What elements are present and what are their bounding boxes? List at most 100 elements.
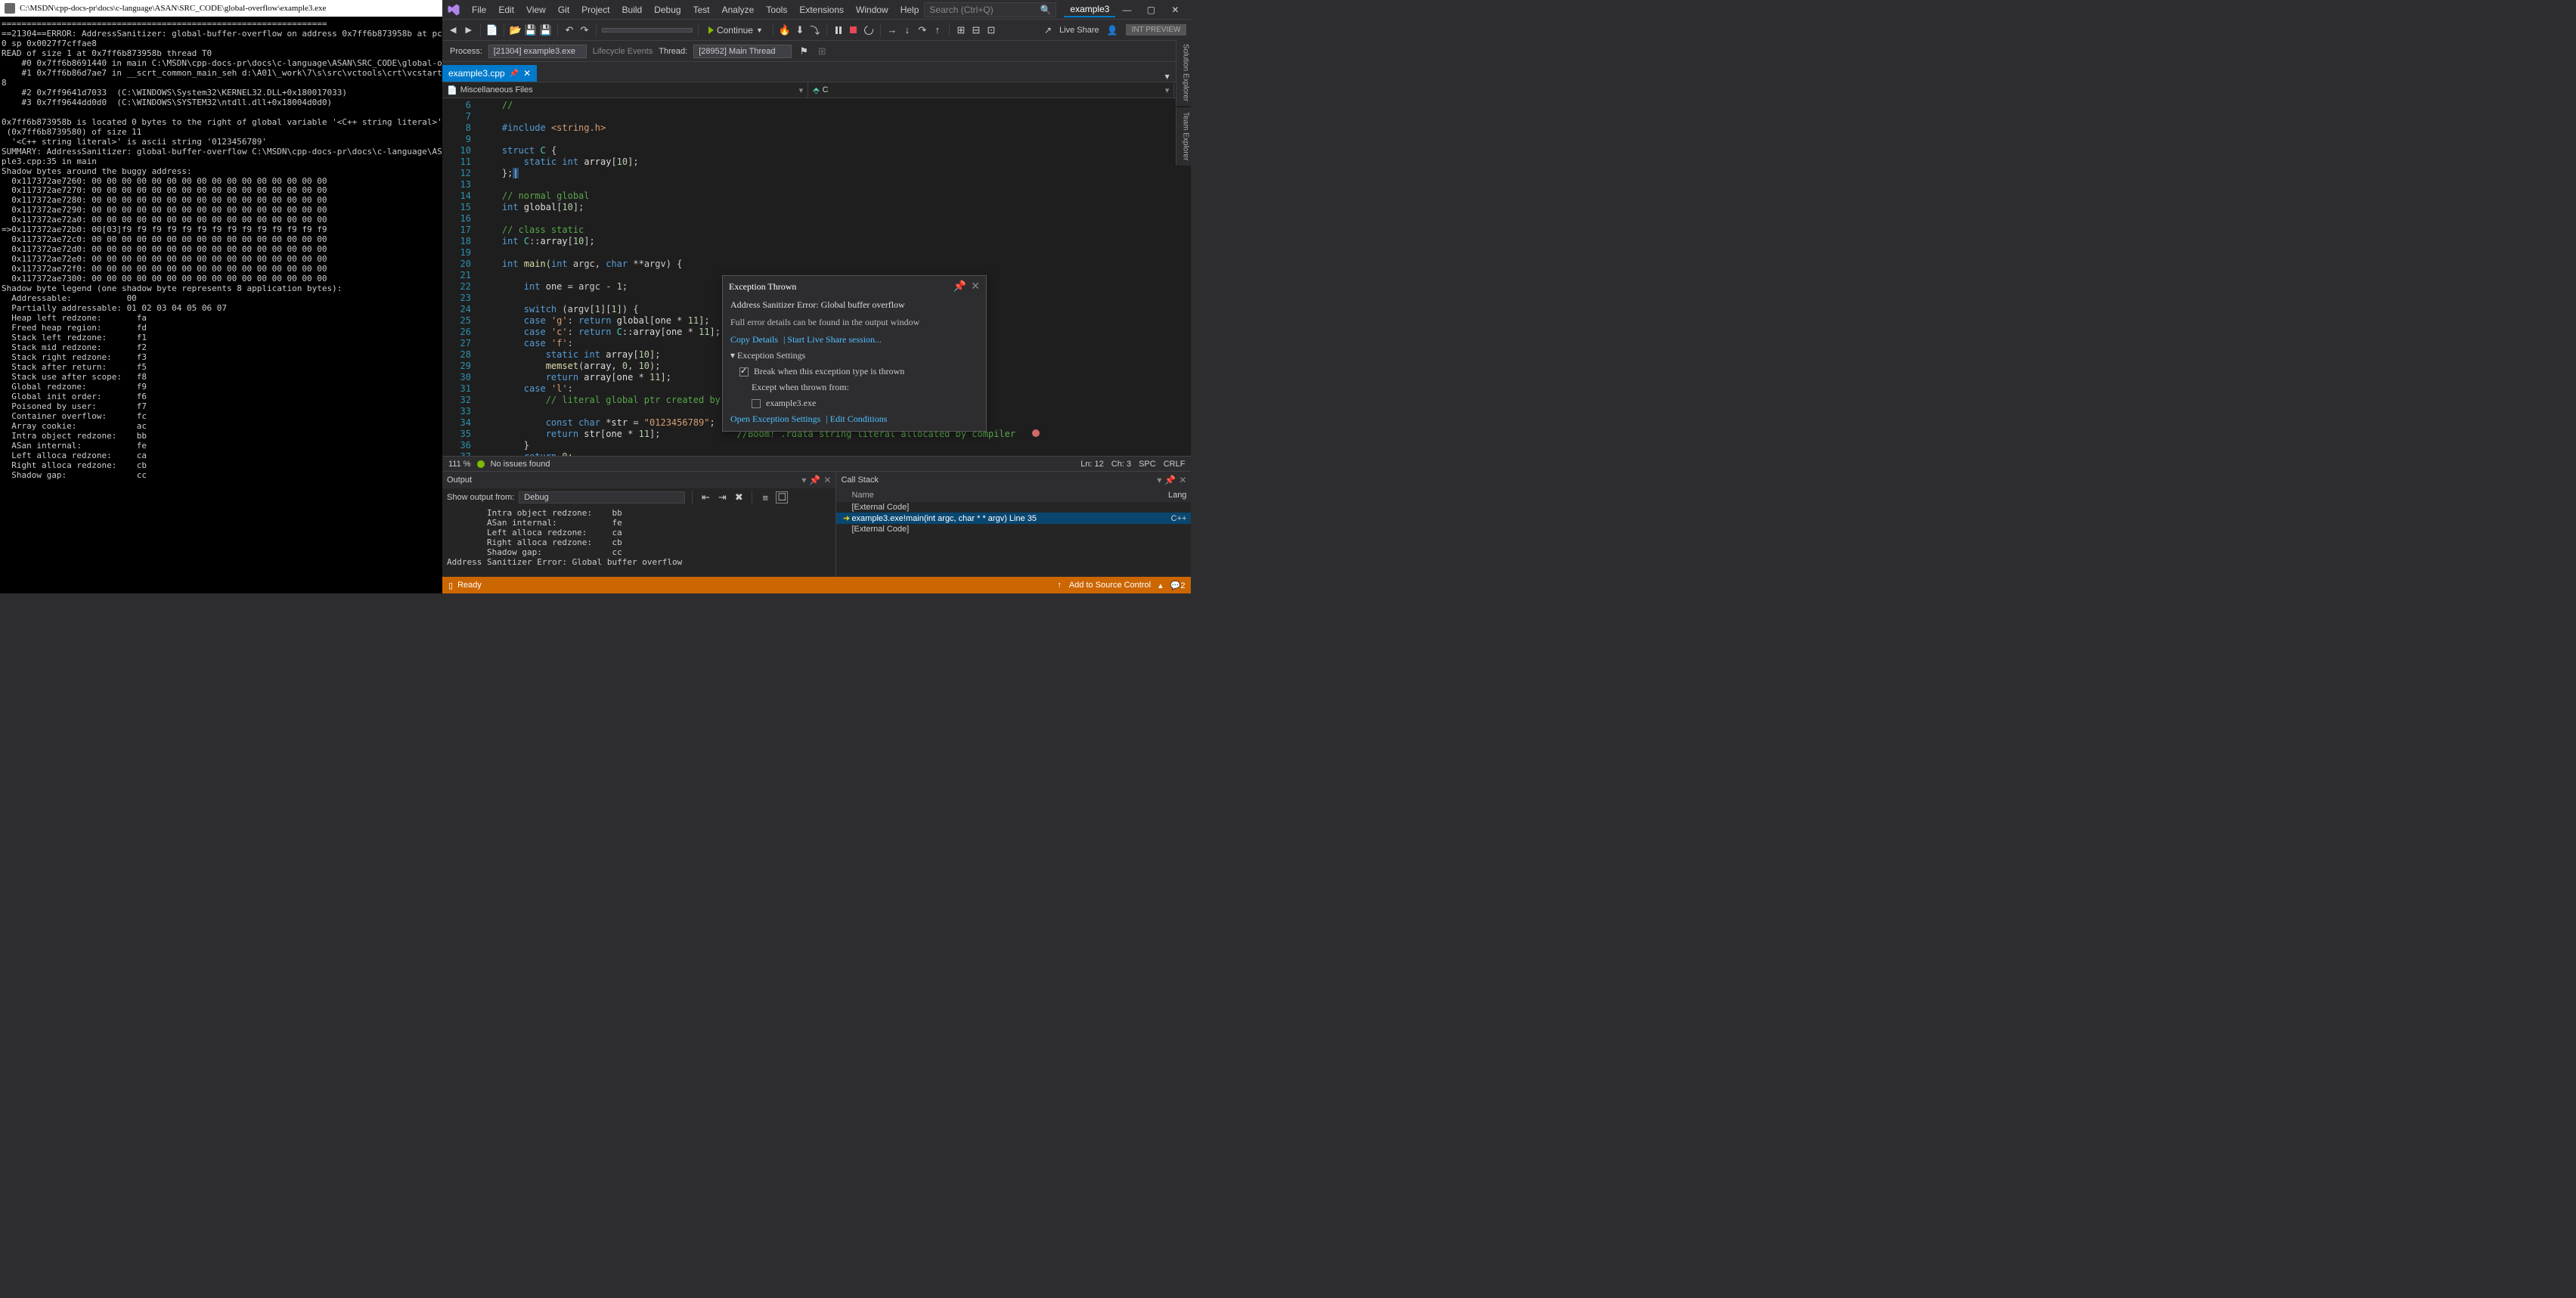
- step-icon-2[interactable]: ⤵: [809, 24, 821, 36]
- lifecycle-events-label[interactable]: Lifecycle Events: [593, 47, 653, 56]
- spaces-indicator[interactable]: SPC: [1139, 460, 1156, 469]
- char-indicator[interactable]: Ch: 3: [1111, 460, 1131, 469]
- edit-conditions-link[interactable]: Edit Conditions: [830, 414, 888, 424]
- minimize-button[interactable]: —: [1115, 2, 1138, 17]
- add-src-control-label[interactable]: Add to Source Control: [1069, 581, 1151, 590]
- pin-icon[interactable]: 📌: [510, 70, 519, 78]
- output-source-dropdown[interactable]: Debug: [519, 491, 685, 503]
- output-wrap-icon[interactable]: ≡: [759, 491, 771, 503]
- thread-dropdown[interactable]: [28952] Main Thread: [693, 45, 792, 58]
- console-output[interactable]: ========================================…: [0, 17, 442, 593]
- add-src-control-icon[interactable]: ↑: [1057, 581, 1062, 590]
- debug-view-icon-2[interactable]: ⊟: [970, 24, 982, 36]
- search-input[interactable]: Search (Ctrl+Q) 🔍: [924, 2, 1056, 17]
- line-indicator[interactable]: Ln: 12: [1080, 460, 1104, 469]
- notifications-icon[interactable]: 💬2: [1170, 581, 1186, 590]
- tab-overflow-icon[interactable]: ▾: [1161, 71, 1174, 82]
- step-into-icon[interactable]: ↓: [901, 24, 913, 36]
- hot-reload-icon[interactable]: 🔥: [779, 24, 791, 36]
- output-pin-icon[interactable]: 📌: [809, 475, 820, 485]
- solution-name[interactable]: example3: [1064, 2, 1115, 17]
- callstack-row[interactable]: ➜example3.exe!main(int argc, char * * ar…: [836, 513, 1191, 524]
- menu-extensions[interactable]: Extensions: [794, 3, 849, 17]
- code-editor[interactable]: 6789101112131415161718192021222324252627…: [442, 98, 1191, 456]
- menu-view[interactable]: View: [521, 3, 551, 17]
- callstack-close-icon[interactable]: ✕: [1179, 475, 1186, 485]
- config-dropdown[interactable]: [602, 28, 693, 33]
- nav-scope-dropdown[interactable]: 📄 Miscellaneous Files▾: [442, 84, 808, 97]
- menu-tools[interactable]: Tools: [761, 3, 792, 17]
- callstack-col-name[interactable]: Name: [851, 491, 1156, 500]
- callstack-pin-icon[interactable]: 📌: [1164, 475, 1176, 485]
- break-checkbox[interactable]: [739, 367, 749, 376]
- close-button[interactable]: ✕: [1164, 2, 1186, 17]
- console-titlebar[interactable]: C:\MSDN\cpp-docs-pr\docs\c-language\ASAN…: [0, 0, 442, 17]
- step-out-icon[interactable]: ↑: [932, 24, 944, 36]
- undo-icon[interactable]: ↶: [563, 24, 575, 36]
- live-share-icon[interactable]: ↗: [1044, 25, 1052, 36]
- debug-view-icon-1[interactable]: ⊞: [955, 24, 967, 36]
- output-clear-icon[interactable]: ✖: [733, 491, 745, 503]
- copy-details-link[interactable]: Copy Details: [730, 334, 778, 345]
- menu-window[interactable]: Window: [851, 3, 894, 17]
- output-option-icon[interactable]: ☐: [776, 491, 788, 503]
- output-indent-icon[interactable]: ⇤: [699, 491, 711, 503]
- menu-help[interactable]: Help: [895, 3, 925, 17]
- stack-frame-icon[interactable]: ⚑: [798, 45, 810, 57]
- zoom-level[interactable]: 111 %: [448, 460, 471, 469]
- nav-member-dropdown[interactable]: ⬘ C▾: [808, 84, 1173, 97]
- open-exception-settings-link[interactable]: Open Exception Settings: [730, 414, 820, 424]
- show-next-statement-icon[interactable]: →: [886, 24, 898, 36]
- output-body[interactable]: Intra object redzone: bb ASan internal: …: [442, 506, 835, 577]
- menu-analyze[interactable]: Analyze: [717, 3, 760, 17]
- stop-button[interactable]: [848, 24, 860, 36]
- menu-project[interactable]: Project: [576, 3, 615, 17]
- redo-icon[interactable]: ↷: [578, 24, 591, 36]
- output-dropdown-icon[interactable]: ▾: [801, 475, 806, 485]
- exception-pin-icon[interactable]: 📌: [953, 280, 966, 293]
- rail-solution-explorer[interactable]: Solution Explorer: [1176, 39, 1191, 106]
- callstack-dropdown-icon[interactable]: ▾: [1157, 475, 1161, 485]
- live-share-button[interactable]: Live Share: [1059, 26, 1099, 35]
- step-icon-1[interactable]: ⬇: [794, 24, 806, 36]
- save-icon[interactable]: 💾: [525, 24, 537, 36]
- tab-example3[interactable]: example3.cpp 📌 ✕: [442, 65, 537, 82]
- restart-icon[interactable]: [863, 24, 875, 36]
- module-checkbox[interactable]: [752, 399, 761, 408]
- exception-close-icon[interactable]: ✕: [971, 280, 980, 293]
- process-dropdown[interactable]: [21304] example3.exe: [488, 45, 587, 58]
- continue-button[interactable]: Continue ▼: [704, 23, 767, 37]
- menu-build[interactable]: Build: [617, 3, 648, 17]
- save-all-icon[interactable]: 💾: [540, 24, 552, 36]
- rail-team-explorer[interactable]: Team Explorer: [1176, 107, 1191, 165]
- menu-edit[interactable]: Edit: [493, 3, 519, 17]
- callstack-col-lang[interactable]: Lang: [1156, 491, 1186, 500]
- debug-view-icon-3[interactable]: ⊡: [985, 24, 997, 36]
- callstack-body[interactable]: [External Code]➜example3.exe!main(int ar…: [836, 502, 1191, 577]
- back-button[interactable]: ◀: [447, 23, 459, 36]
- output-close-icon[interactable]: ✕: [823, 475, 831, 485]
- menu-test[interactable]: Test: [688, 3, 715, 17]
- search-icon: 🔍: [1040, 5, 1051, 15]
- step-over-icon[interactable]: ↷: [916, 24, 928, 36]
- output-find-icon[interactable]: ⇥: [716, 491, 728, 503]
- menu-debug[interactable]: Debug: [649, 3, 686, 17]
- maximize-button[interactable]: ▢: [1139, 2, 1162, 17]
- callstack-row[interactable]: [External Code]: [836, 502, 1191, 513]
- issues-label[interactable]: No issues found: [491, 460, 550, 469]
- forward-button[interactable]: ▶: [462, 23, 474, 36]
- callstack-row[interactable]: [External Code]: [836, 524, 1191, 534]
- menu-git[interactable]: Git: [553, 3, 575, 17]
- feedback-icon[interactable]: 👤: [1107, 25, 1118, 36]
- menu-file[interactable]: File: [467, 3, 491, 17]
- debug-location-toolbar: Process: [21304] example3.exe Lifecycle …: [442, 41, 1191, 62]
- file-icon: 📄: [447, 85, 457, 95]
- chevron-down-icon[interactable]: ▾: [730, 350, 735, 361]
- tab-close-icon[interactable]: ✕: [523, 68, 531, 79]
- pause-button[interactable]: [832, 24, 845, 36]
- threads-icon[interactable]: ⊞: [816, 45, 828, 57]
- start-live-share-link[interactable]: Start Live Share session...: [787, 334, 882, 345]
- open-icon[interactable]: 📂: [510, 24, 522, 36]
- line-endings-indicator[interactable]: CRLF: [1164, 460, 1186, 469]
- new-file-icon[interactable]: 📄: [486, 24, 498, 36]
